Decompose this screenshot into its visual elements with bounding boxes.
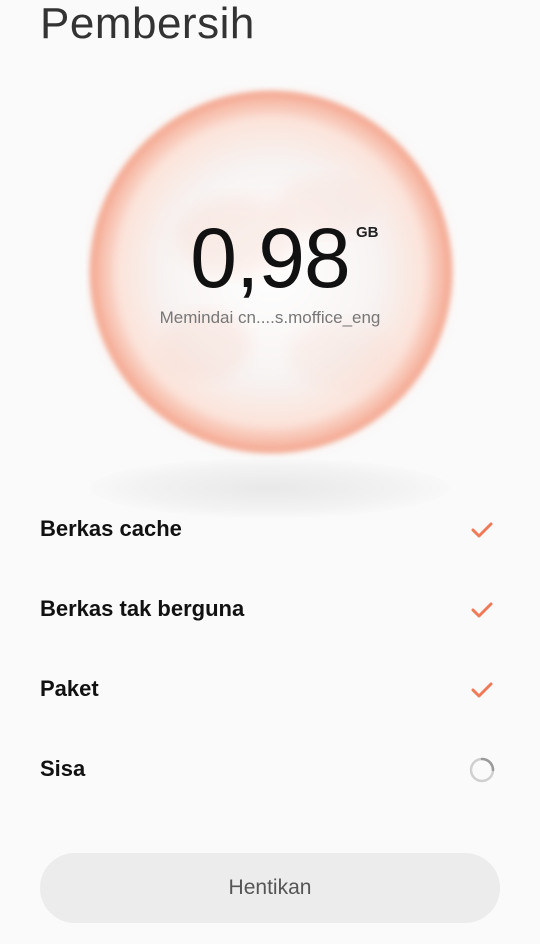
list-item-cache: Berkas cache xyxy=(0,490,540,570)
checkmark-icon xyxy=(471,682,493,698)
spinner-icon xyxy=(469,757,495,783)
list-item-label: Sisa xyxy=(40,756,86,781)
checkmark-icon xyxy=(471,602,493,618)
list-item-label: Berkas tak berguna xyxy=(40,596,245,621)
scan-category-list: Berkas cache Berkas tak berguna Paket Si… xyxy=(0,490,540,810)
scan-status-text: Memindai cn....s.moffice_eng xyxy=(159,308,381,327)
list-item-residual: Sisa xyxy=(0,730,540,810)
stop-button[interactable]: Hentikan xyxy=(40,853,500,923)
list-item-packages: Paket xyxy=(0,650,540,730)
list-item-label: Berkas cache xyxy=(40,516,182,541)
page-title: Pembersih xyxy=(40,0,255,48)
checkmark-icon xyxy=(471,522,493,538)
scanned-size-unit: GB xyxy=(356,224,379,241)
scanned-size-value: 0,98 xyxy=(190,211,351,305)
list-item-label: Paket xyxy=(40,676,99,701)
list-item-junk: Berkas tak berguna xyxy=(0,570,540,650)
